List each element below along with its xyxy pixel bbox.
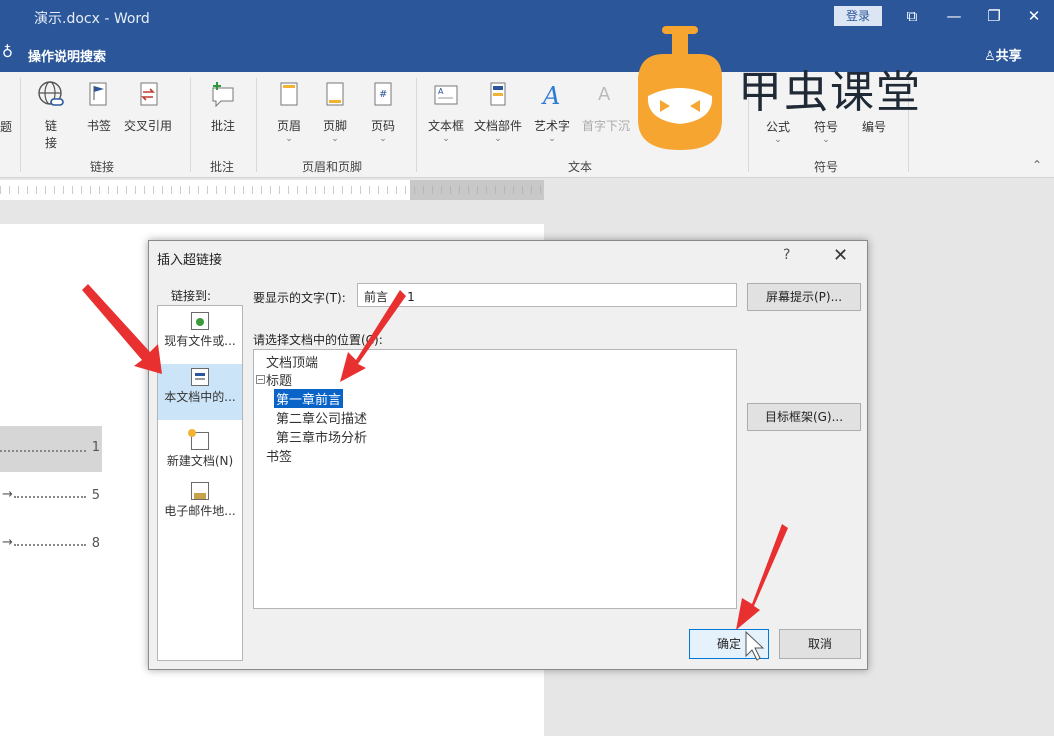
brand-watermark-text: 甲虫课堂: [738, 67, 922, 118]
footer-icon: [326, 82, 344, 106]
toc-leader: [0, 442, 86, 452]
screen-tip-button[interactable]: 屏幕提示(P)...: [747, 283, 861, 311]
place-in-document-icon: [191, 368, 209, 386]
title-bar: 演示.docx - Word 登录 ⧉ — ❐ ✕: [0, 0, 1054, 34]
target-frame-button[interactable]: 目标框架(G)...: [747, 403, 861, 431]
svg-text:A: A: [598, 84, 611, 105]
page-number-button[interactable]: # 页码 ⌄: [368, 80, 398, 144]
globe-link-icon: [38, 81, 64, 106]
tell-me-search[interactable]: 操作说明搜索: [28, 46, 106, 65]
display-text-input[interactable]: 前言 1: [357, 283, 737, 307]
share-button[interactable]: ♙共享: [984, 45, 1022, 64]
toc-line[interactable]: → 8: [0, 532, 102, 556]
link-to-label: 链接到:: [171, 289, 212, 303]
email-icon: [191, 482, 209, 500]
tab-arrow: →: [2, 487, 13, 502]
number-button[interactable]: 编号: [862, 118, 886, 135]
header-button[interactable]: 页眉 ⌄: [274, 80, 304, 144]
document-position-tree[interactable]: 文档顶端 − 标题 第一章前言 第二章公司描述 第三章市场分析 书签: [253, 349, 737, 609]
group-label-header-footer: 页眉和页脚: [302, 160, 363, 174]
partial-ribbon-item: 题: [0, 120, 13, 134]
cross-reference-icon: [140, 82, 158, 106]
toc-line[interactable]: 1: [0, 426, 102, 472]
link-option-label: 本文档中的...: [164, 390, 236, 404]
group-label-links: 链接: [90, 160, 115, 174]
group-label-comments: 批注: [210, 160, 235, 174]
bookmark-flag-icon: [89, 82, 107, 106]
collapse-ribbon-icon[interactable]: ⌃: [1032, 158, 1042, 172]
tree-node-headings[interactable]: 标题: [266, 370, 292, 389]
toc-line[interactable]: → 5: [0, 484, 102, 508]
bookmark-button[interactable]: 书签: [84, 80, 114, 134]
tree-node-heading[interactable]: 第二章公司描述: [276, 408, 367, 427]
link-option-label: 新建文档(N): [166, 454, 234, 468]
footer-button[interactable]: 页脚 ⌄: [320, 80, 350, 144]
toc-leader: [14, 536, 86, 546]
insert-hyperlink-dialog: 插入超链接 ? ✕ 链接到: 现有文件或... 本文档中的... 新建文档(N)…: [148, 240, 868, 670]
share-label: 共享: [995, 49, 1022, 64]
position-label: 请选择文档中的位置(C):: [253, 333, 383, 347]
group-label-symbols: 符号: [814, 160, 839, 174]
link-email-address[interactable]: 电子邮件地...: [158, 478, 242, 534]
group-separator: [256, 78, 257, 172]
comment-button[interactable]: 批注: [208, 80, 238, 134]
quick-parts-button[interactable]: 文档部件 ⌄: [474, 80, 522, 144]
display-text-label: 要显示的文字(T):: [253, 291, 346, 305]
link-to-panel: 现有文件或... 本文档中的... 新建文档(N) 电子邮件地...: [157, 305, 243, 661]
restore-button[interactable]: ❐: [980, 4, 1008, 28]
wordart-button[interactable]: A 艺术字 ⌄: [534, 80, 570, 144]
tree-node-bookmarks[interactable]: 书签: [266, 446, 292, 465]
header-icon: [280, 82, 298, 106]
link-place-in-document[interactable]: 本文档中的...: [158, 364, 242, 420]
collapse-toggle-icon[interactable]: −: [256, 375, 265, 384]
tree-node-heading-selected[interactable]: 第一章前言: [274, 389, 344, 408]
toc-page-number: 1: [91, 440, 100, 455]
new-comment-icon: [212, 82, 234, 108]
new-document-icon: [188, 429, 209, 450]
textbox-icon: A: [434, 85, 458, 105]
ribbon-display-options-button[interactable]: ⧉: [898, 4, 926, 28]
cancel-button[interactable]: 取消: [779, 629, 861, 659]
tab-arrow: →: [2, 535, 13, 550]
person-icon: ♙: [984, 49, 996, 64]
svg-text:A: A: [541, 82, 560, 110]
login-button[interactable]: 登录: [834, 6, 882, 26]
dropcap-button[interactable]: A 首字下沉: [582, 80, 630, 134]
existing-file-icon: [191, 312, 209, 330]
group-label-text: 文本: [568, 160, 593, 174]
svg-text:#: #: [379, 89, 387, 100]
dialog-close-button[interactable]: ✕: [833, 245, 848, 266]
quick-parts-icon: [490, 82, 506, 106]
minimize-button[interactable]: —: [940, 4, 968, 28]
link-existing-file[interactable]: 现有文件或...: [158, 308, 242, 364]
page-number-icon: #: [374, 82, 392, 106]
toc-page-number: 5: [91, 488, 100, 503]
symbol-button[interactable]: 符号 ⌄: [814, 118, 838, 145]
lightbulb-icon: ♁: [2, 43, 13, 61]
group-separator: [190, 78, 191, 172]
ruler-ticks: [0, 186, 544, 194]
close-window-button[interactable]: ✕: [1020, 4, 1048, 28]
link-option-label: 电子邮件地...: [164, 504, 236, 518]
link-new-document[interactable]: 新建文档(N): [158, 428, 242, 484]
textbox-button[interactable]: A 文本框 ⌄: [428, 80, 464, 144]
hyperlink-button[interactable]: 链 接: [36, 80, 66, 151]
toc-leader: [14, 488, 86, 498]
tree-node-top[interactable]: 文档顶端: [266, 352, 318, 371]
toc-page-number: 8: [91, 536, 100, 551]
dialog-title: 插入超链接: [157, 253, 223, 268]
equation-button[interactable]: 公式 ⌄: [766, 118, 790, 145]
help-button[interactable]: ?: [783, 247, 790, 263]
cross-reference-button[interactable]: 交叉引用: [124, 80, 172, 134]
horizontal-ruler[interactable]: [0, 180, 544, 200]
svg-text:A: A: [438, 87, 444, 96]
ok-button[interactable]: 确定: [689, 629, 769, 659]
link-option-label: 现有文件或...: [164, 334, 236, 348]
group-separator: [20, 78, 21, 172]
wordart-icon: A: [541, 82, 560, 110]
dropcap-icon: A: [598, 84, 611, 105]
window-title: 演示.docx - Word: [34, 11, 150, 27]
group-separator: [416, 78, 417, 172]
tree-node-heading[interactable]: 第三章市场分析: [276, 427, 367, 446]
